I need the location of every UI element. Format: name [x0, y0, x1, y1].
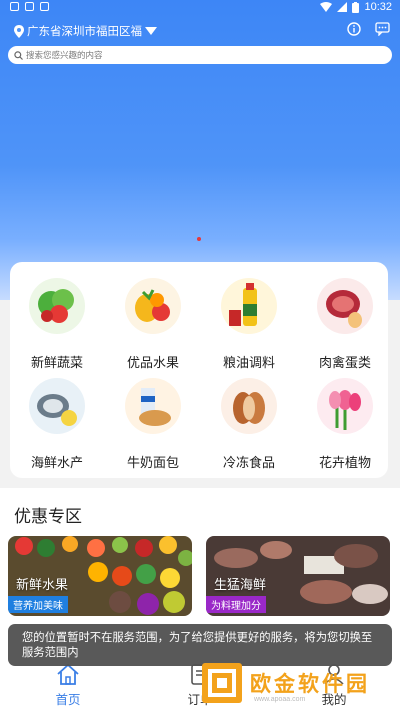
category-frozen[interactable]: 冷冻食品: [202, 378, 296, 471]
location-toast: 您的位置暂时不在服务范围，为了给您提供更好的服务，将为您切换至服务范围内: [8, 624, 392, 666]
vegetables-icon: [29, 278, 85, 334]
watermark: 欧金软件园 www.apoaa.com: [202, 663, 398, 710]
category-meat-eggs[interactable]: 肉禽蛋类: [298, 278, 392, 371]
section-title: 优惠专区: [14, 507, 82, 527]
oyster-icon: [29, 378, 85, 434]
nav-home[interactable]: 首页: [18, 663, 118, 708]
category-grain-oil[interactable]: 粮油调料: [202, 278, 296, 371]
category-label: 牛奶面包: [126, 456, 179, 471]
category-label: 冷冻食品: [222, 456, 275, 471]
watermark-url: www.apoaa.com: [254, 696, 306, 703]
category-label: 优品水果: [126, 356, 179, 371]
category-label: 肉禽蛋类: [318, 356, 371, 371]
promo-card-tag: 为料理加分: [206, 596, 266, 613]
carousel-indicator: [197, 237, 201, 241]
category-grid: 新鲜蔬菜 优品水果 粮油调料 肉禽蛋类 海鲜水产 牛奶面包 冷冻食品 花卉植物: [10, 262, 388, 478]
home-icon: [57, 663, 79, 685]
category-label: 花卉植物: [318, 456, 371, 471]
mail-icon: [40, 2, 49, 11]
promo-card-fruits[interactable]: 新鲜水果 营养加美味: [8, 536, 192, 616]
category-seafood[interactable]: 海鲜水产: [10, 378, 104, 471]
search-input[interactable]: 搜索您感兴趣的内容: [8, 46, 392, 64]
location-selector[interactable]: 广东省深圳市福田区福: [14, 22, 157, 40]
tulip-icon: [317, 378, 373, 434]
promo-card-title: 生猛海鲜: [214, 578, 267, 593]
fruits-icon: [125, 278, 181, 334]
milk-bread-icon: [125, 378, 181, 434]
notification-icon: [10, 2, 19, 11]
meat-icon: [317, 278, 373, 334]
category-label: 新鲜蔬菜: [30, 356, 83, 371]
category-vegetables[interactable]: 新鲜蔬菜: [10, 278, 104, 371]
watermark-text: 欧金软件园: [250, 672, 370, 696]
clock: 10:32: [364, 1, 392, 13]
sim-icon: [25, 2, 34, 11]
banner-carousel[interactable]: [0, 0, 400, 300]
category-milk-bread[interactable]: 牛奶面包: [106, 378, 200, 471]
location-pin-icon: [14, 24, 24, 38]
battery-icon: [352, 1, 360, 13]
signal-icon: [337, 2, 348, 12]
promo-card-title: 新鲜水果: [16, 578, 69, 593]
location-text: 广东省深圳市福田区福: [27, 24, 142, 38]
promo-card-tag: 营养加美味: [8, 596, 68, 613]
info-icon[interactable]: [347, 22, 361, 36]
oil-bottle-icon: [221, 278, 277, 334]
category-label: 粮油调料: [222, 356, 275, 371]
promo-card-seafood[interactable]: 生猛海鲜 为料理加分: [206, 536, 390, 616]
message-icon[interactable]: [375, 22, 390, 36]
nav-label: 首页: [55, 692, 81, 707]
search-icon: [14, 50, 23, 60]
category-flowers[interactable]: 花卉植物: [298, 378, 392, 471]
watermark-logo-icon: [202, 663, 242, 703]
search-placeholder: 搜索您感兴趣的内容: [26, 51, 103, 61]
category-fruits[interactable]: 优品水果: [106, 278, 200, 371]
category-label: 海鲜水产: [30, 456, 83, 471]
frozen-food-icon: [221, 378, 277, 434]
chevron-down-icon: [145, 27, 157, 35]
status-bar: 10:32: [0, 0, 400, 16]
wifi-icon: [320, 2, 333, 12]
